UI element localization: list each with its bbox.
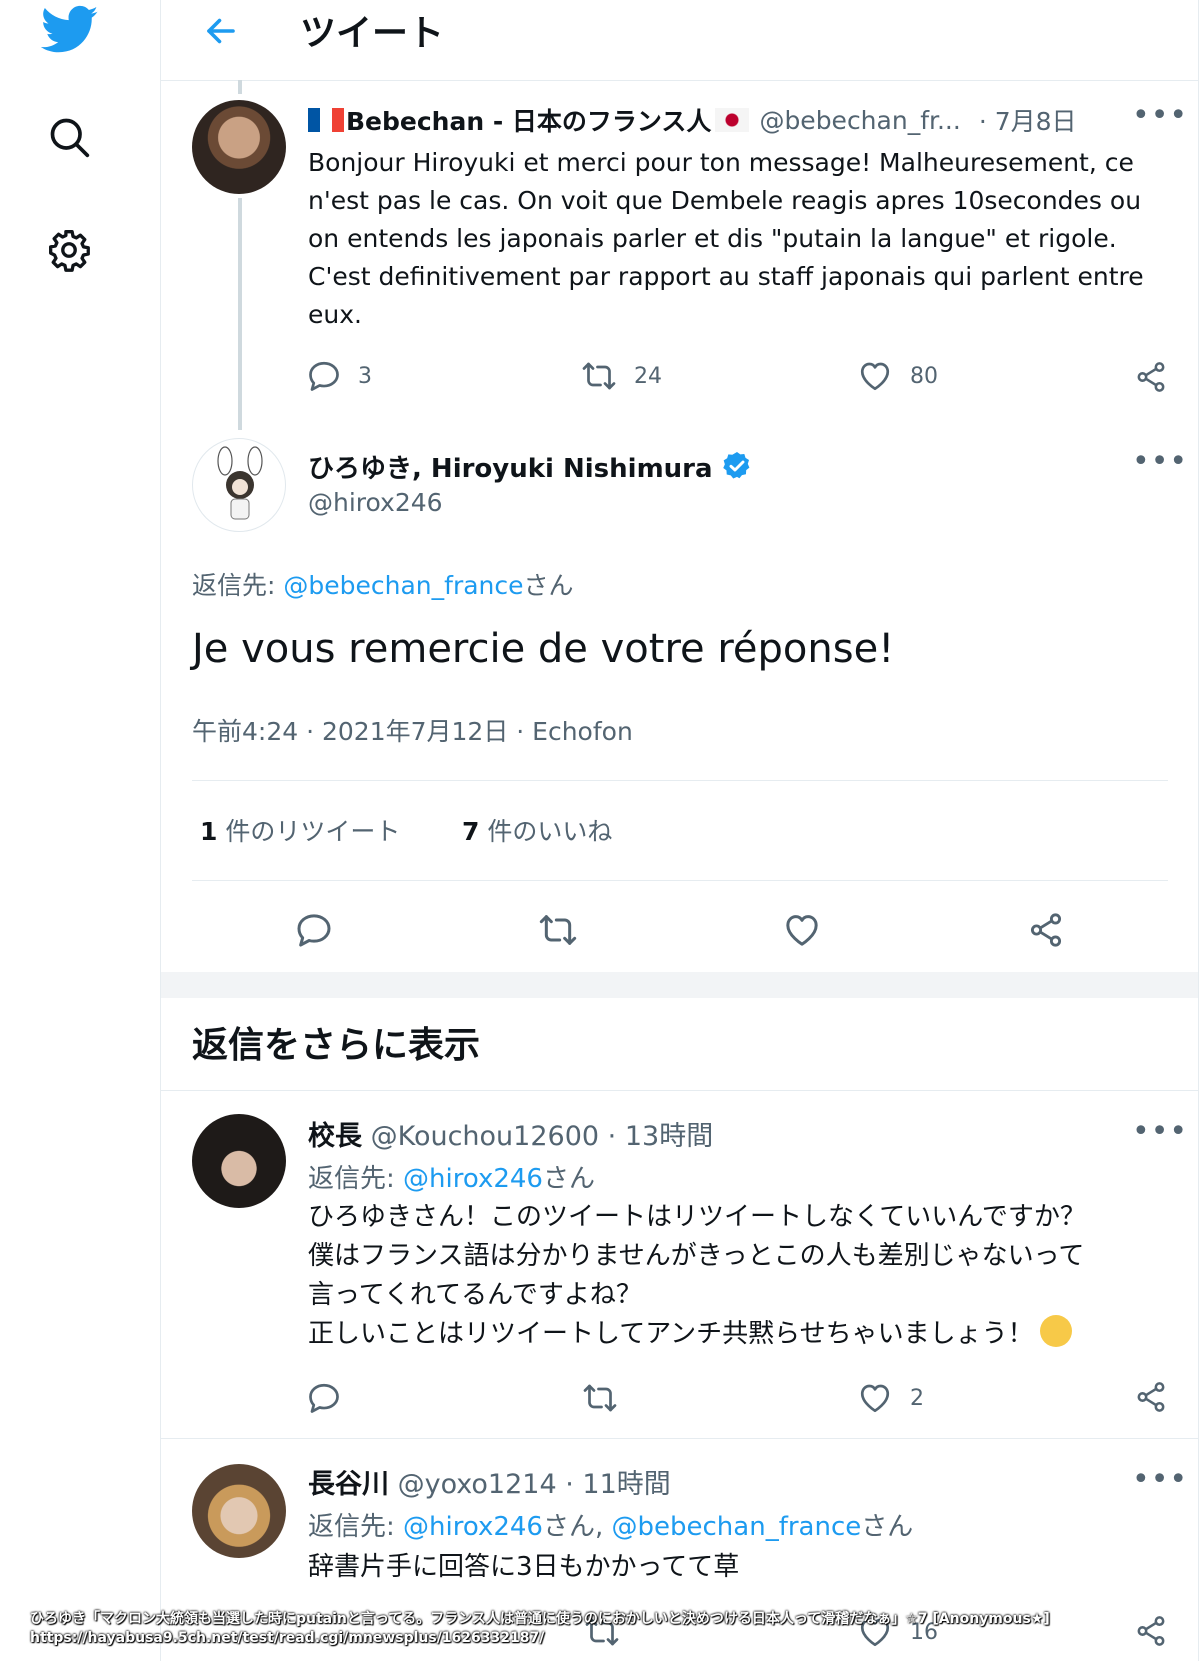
reply-count: 3 bbox=[358, 363, 372, 389]
more-options-icon[interactable]: ••• bbox=[1132, 1114, 1188, 1149]
section-heading: 返信をさらに表示 bbox=[192, 1025, 481, 1066]
retweet-total-label: 件のリツイート bbox=[225, 817, 401, 846]
reply-to-line: 返信先: @hirox246さん bbox=[308, 1158, 595, 1195]
back-arrow-icon[interactable] bbox=[196, 6, 246, 56]
author-name[interactable]: 長谷川 bbox=[308, 1469, 389, 1500]
tweet-author-row: Bebechan - 日本のフランス人 @bebechan_fr... · 7月… bbox=[308, 100, 1077, 140]
retweet-total: 1 bbox=[200, 817, 218, 846]
author-name[interactable]: 校長 bbox=[308, 1121, 362, 1152]
tweet-text-line: 言ってくれてるんですよね？ bbox=[308, 1280, 642, 1310]
reply-to-label: 返信先: bbox=[308, 1512, 395, 1542]
search-icon[interactable] bbox=[44, 112, 94, 162]
tweet-text-line-part: 正しいことはリツイートしてアンチ共黙らせちゃいましょう！ bbox=[308, 1319, 1034, 1349]
retweet-icon[interactable] bbox=[536, 908, 580, 952]
thread-line bbox=[238, 198, 242, 430]
divider bbox=[192, 880, 1168, 881]
sidebar bbox=[0, 0, 160, 1661]
tweet-time[interactable]: · 11時間 bbox=[565, 1469, 671, 1500]
divider bbox=[192, 780, 1168, 781]
divider bbox=[1198, 0, 1199, 1661]
share-icon[interactable] bbox=[1132, 1612, 1170, 1650]
tweet-text: ひろゆきさん！このツイートはリツイートしなくていいんですか？ 僕はフランス語は分… bbox=[308, 1198, 1086, 1354]
like-stats-link[interactable]: 7 件のいいね bbox=[462, 812, 612, 848]
heart-icon bbox=[860, 1384, 890, 1413]
reply-to-line: 返信先: @bebechan_franceさん bbox=[192, 566, 574, 602]
author-name[interactable]: Bebechan - 日本のフランス人 bbox=[346, 102, 711, 138]
share-icon[interactable] bbox=[1024, 908, 1068, 952]
page-title: ツイート bbox=[300, 13, 445, 54]
like-action[interactable]: 80 bbox=[856, 358, 938, 394]
retweet-count: 24 bbox=[634, 363, 662, 389]
tweet-time[interactable]: · 7月8日 bbox=[979, 102, 1077, 138]
reply-to-line: 返信先: @hirox246さん, @bebechan_franceさん bbox=[308, 1506, 913, 1543]
tweet-text: Bonjour Hiroyuki et merci pour ton messa… bbox=[308, 148, 1144, 329]
author-name[interactable]: ひろゆき, Hiroyuki Nishimura bbox=[308, 448, 713, 485]
tweet-author-row: 長谷川 @yoxo1214 · 11時間 bbox=[308, 1462, 671, 1501]
reply-to-handle-link[interactable]: @bebechan_france bbox=[612, 1512, 862, 1542]
author-handle[interactable]: @hirox246 bbox=[308, 488, 443, 517]
tweet-metadata[interactable]: 午前4:24 · 2021年7月12日 · Echofon bbox=[192, 712, 633, 748]
author-handle[interactable]: @bebechan_fr... bbox=[759, 106, 960, 135]
reply-action[interactable]: 3 bbox=[306, 358, 372, 394]
retweet-icon[interactable] bbox=[580, 1378, 620, 1418]
main-tweet-text: Je vous remercie de votre réponse! bbox=[192, 626, 895, 672]
reply-icon[interactable] bbox=[304, 1378, 344, 1418]
thread-line bbox=[238, 80, 242, 94]
reply-icon[interactable] bbox=[292, 908, 336, 952]
section-separator bbox=[161, 972, 1198, 998]
divider bbox=[160, 0, 161, 1661]
steaming-face-emoji-icon bbox=[1039, 1315, 1072, 1347]
heart-icon[interactable] bbox=[780, 908, 824, 952]
avatar[interactable] bbox=[192, 100, 286, 194]
tweet-text: 辞書片手に回答に3日もかかってて草 bbox=[308, 1552, 740, 1582]
japan-flag-icon bbox=[715, 108, 750, 132]
retweet-stats-link[interactable]: 1 件のリツイート bbox=[200, 812, 400, 848]
tweet-author-row: ひろゆき, Hiroyuki Nishimura bbox=[308, 446, 753, 486]
reply-icon bbox=[309, 361, 339, 391]
reply-to-separator: さん, bbox=[542, 1512, 612, 1542]
verified-badge-icon bbox=[721, 450, 753, 482]
more-options-icon[interactable]: ••• bbox=[1132, 98, 1188, 133]
reply-to-suffix: さん bbox=[861, 1512, 914, 1542]
retweet-action[interactable]: 24 bbox=[580, 358, 662, 394]
share-icon[interactable] bbox=[1132, 358, 1170, 396]
tweet-text-line: 僕はフランス語は分かりませんがきっとこの人も差別じゃないって bbox=[308, 1241, 1085, 1271]
divider bbox=[161, 1090, 1198, 1091]
tweet-text-line: 正しいことはリツイートしてアンチ共黙らせちゃいましょう！ bbox=[308, 1315, 1086, 1354]
author-handle[interactable]: @Kouchou12600 bbox=[371, 1121, 599, 1152]
more-options-icon[interactable]: ••• bbox=[1132, 444, 1188, 479]
reply-to-handle-link[interactable]: @hirox246 bbox=[403, 1512, 543, 1542]
like-count: 80 bbox=[910, 363, 938, 389]
avatar[interactable] bbox=[192, 1464, 286, 1558]
share-icon[interactable] bbox=[1132, 1378, 1170, 1416]
like-action[interactable]: 2 bbox=[856, 1380, 924, 1416]
twitter-logo-icon[interactable] bbox=[38, 2, 102, 58]
watermark-caption: ひろゆき「マクロン大統領も当選した時にputainと言ってる。フランス人は普通に… bbox=[30, 1611, 1050, 1627]
avatar[interactable] bbox=[192, 1114, 286, 1208]
heart-icon bbox=[860, 362, 890, 391]
more-options-icon[interactable]: ••• bbox=[1132, 1462, 1188, 1497]
reply-to-handle-link[interactable]: @hirox246 bbox=[403, 1164, 543, 1194]
reply-to-label: 返信先: bbox=[308, 1164, 395, 1194]
reply-to-suffix: さん bbox=[542, 1164, 595, 1194]
tweet-text-line: ひろゆきさん！このツイートはリツイートしなくていいんですか？ bbox=[308, 1202, 1086, 1232]
like-total: 7 bbox=[462, 817, 480, 846]
divider bbox=[161, 1438, 1198, 1439]
reply-to-suffix: さん bbox=[523, 571, 574, 600]
avatar[interactable] bbox=[192, 438, 286, 532]
tweet-author-row: 校長 @Kouchou12600 · 13時間 bbox=[308, 1114, 713, 1153]
watermark-url: https://hayabusa9.5ch.net/test/read.cgi/… bbox=[30, 1630, 545, 1646]
like-count: 2 bbox=[910, 1385, 924, 1411]
reply-to-handle-link[interactable]: @bebechan_france bbox=[283, 571, 523, 600]
author-handle[interactable]: @yoxo1214 bbox=[398, 1469, 557, 1500]
tweet-time[interactable]: · 13時間 bbox=[608, 1121, 714, 1152]
france-flag-icon bbox=[308, 108, 344, 132]
like-total-label: 件のいいね bbox=[487, 817, 613, 846]
reply-to-label: 返信先: bbox=[192, 571, 276, 600]
settings-gear-icon[interactable] bbox=[44, 225, 94, 275]
retweet-icon bbox=[582, 362, 616, 390]
